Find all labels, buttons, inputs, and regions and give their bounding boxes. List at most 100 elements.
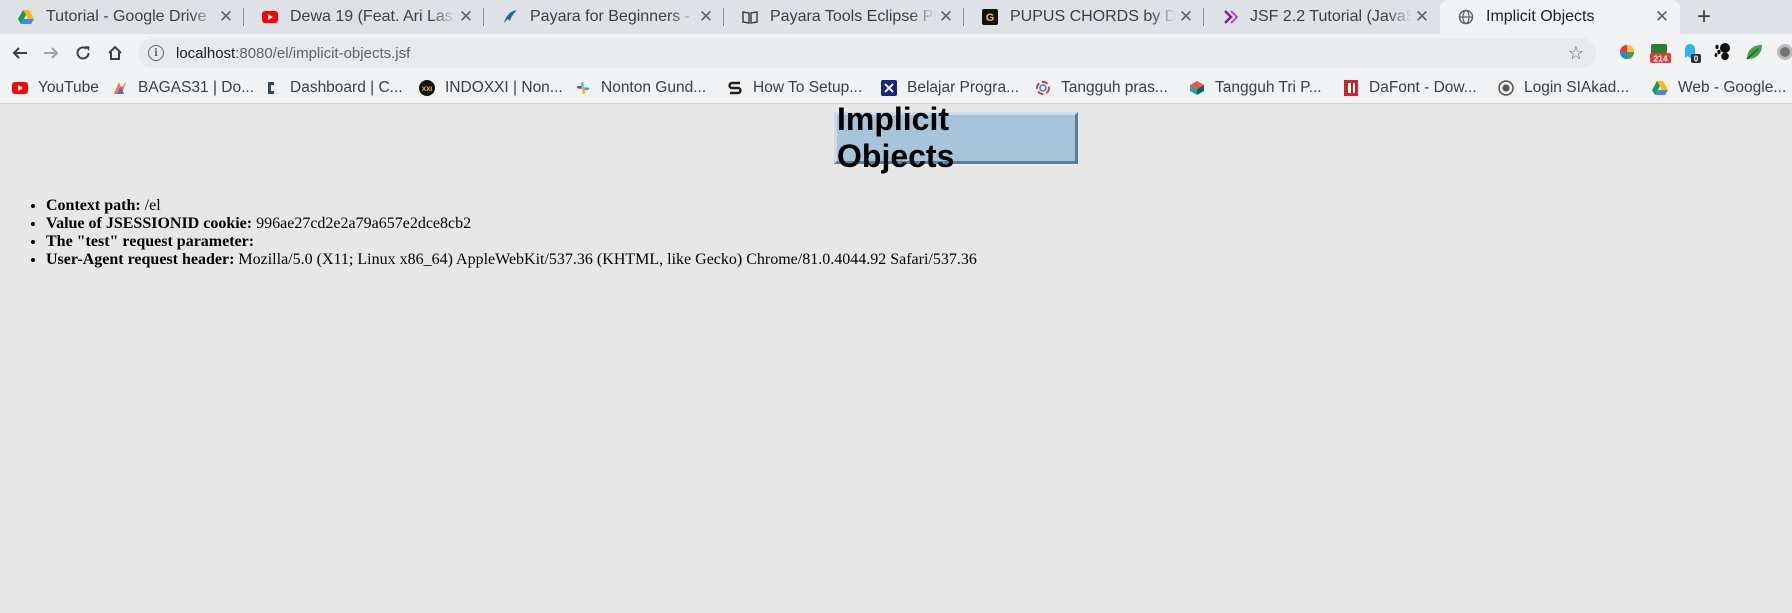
home-icon: [108, 45, 122, 60]
bookmark-label: INDOXXI | Non...: [445, 78, 563, 96]
tab-google-drive[interactable]: Tutorial - Google Drive ✕: [0, 0, 244, 34]
tab-strip: Tutorial - Google Drive ✕ Dewa 19 (Feat.…: [0, 0, 1792, 34]
svg-text:214: 214: [1653, 54, 1667, 64]
url-text[interactable]: localhost:8080/el/implicit-objects.jsf: [176, 45, 410, 62]
globe-icon: [1458, 9, 1474, 25]
bookmarks-bar: YouTube BAGAS31 | Do... . Dashboard | C.…: [0, 72, 1792, 104]
list-item-jsessionid: Value of JSESSIONID cookie: 996ae27cd2e2…: [46, 215, 977, 233]
svg-text:XXI: XXI: [422, 86, 433, 93]
home-button[interactable]: [102, 40, 128, 66]
reload-button[interactable]: [70, 40, 96, 66]
tab-implicit-objects[interactable]: Implicit Objects ✕: [1440, 0, 1680, 34]
site-info-icon[interactable]: i: [148, 45, 164, 61]
close-tab-icon[interactable]: ✕: [1176, 7, 1196, 27]
close-tab-icon[interactable]: ✕: [936, 7, 956, 27]
bookmark-dashboard[interactable]: . Dashboard | C...: [264, 72, 403, 103]
bookmark-nonton-gundam[interactable]: Nonton Gund...: [575, 72, 706, 103]
bookmark-label: Tangguh pras...: [1061, 78, 1168, 96]
gnome-extension-icon[interactable]: [1712, 42, 1732, 62]
setup-icon: [727, 80, 743, 96]
bookmark-label: YouTube: [38, 78, 99, 96]
bookmark-dafont[interactable]: DaFont - Dow...: [1343, 72, 1477, 103]
cube-icon: [1189, 80, 1205, 96]
back-button[interactable]: [7, 40, 33, 66]
bookmark-web-google-drive[interactable]: Web - Google...: [1652, 72, 1786, 103]
bookmark-tangguh-pras[interactable]: Tangguh pras...: [1035, 72, 1168, 103]
bookmark-tangguh-tri[interactable]: Tangguh Tri P...: [1189, 72, 1322, 103]
address-bar[interactable]: i localhost:8080/el/implicit-objects.jsf…: [138, 38, 1596, 68]
bookmark-label: BAGAS31 | Do...: [138, 78, 255, 96]
tab-pupus-chords[interactable]: G PUPUS CHORDS by Dewa ✕: [964, 0, 1204, 34]
item-label: Context path:: [46, 197, 141, 214]
bookmark-label: Web - Google...: [1678, 78, 1787, 96]
bookmark-youtube[interactable]: YouTube: [12, 72, 99, 103]
tab-title: Dewa 19 (Feat. Ari Lasso) - Kangen: [290, 8, 456, 25]
tab-payara-beginners[interactable]: Payara for Beginners - Ad ✕: [484, 0, 724, 34]
tab-title: Payara for Beginners - Ad: [530, 8, 696, 25]
url-host: localhost: [176, 44, 236, 62]
implicit-objects-list: Context path: /el Value of JSESSIONID co…: [0, 197, 977, 269]
tab-dewa-19[interactable]: Dewa 19 (Feat. Ari Lasso) - Kangen ✕: [244, 0, 484, 34]
bookmark-label: DaFont - Dow...: [1369, 78, 1477, 96]
leaf-extension-icon[interactable]: [1744, 42, 1764, 62]
color-wheel-extension-icon[interactable]: [1617, 42, 1637, 62]
item-label: The "test" request parameter:: [46, 233, 255, 250]
bookmark-login-siakad[interactable]: Login SIAkad...: [1498, 72, 1629, 103]
bookmark-label: Tangguh Tri P...: [1215, 78, 1322, 96]
circle-logo-icon: [1035, 80, 1051, 96]
tab-title: Tutorial - Google Drive: [46, 8, 207, 25]
list-item-test-param: The "test" request parameter:: [46, 233, 977, 251]
bagas31-icon: [112, 80, 128, 96]
belajar-icon: [881, 79, 897, 96]
tab-title: JSF 2.2 Tutorial (JavaServ: [1250, 8, 1412, 25]
tab-title: Payara Tools Eclipse Plugi: [770, 8, 936, 25]
bookmark-bagas31[interactable]: BAGAS31 | Do...: [112, 72, 254, 103]
new-tab-button[interactable]: +: [1690, 4, 1718, 30]
list-item-user-agent: User-Agent request header: Mozilla/5.0 (…: [46, 251, 977, 269]
chords-icon: G: [982, 9, 998, 25]
svg-text:G: G: [986, 12, 995, 24]
url-path: :8080/el/implicit-objects.jsf: [235, 44, 411, 62]
tab-payara-tools[interactable]: Payara Tools Eclipse Plugi ✕: [724, 0, 964, 34]
bookmark-label: Belajar Progra...: [907, 78, 1019, 96]
back-arrow-icon: [12, 47, 27, 59]
book-icon: [742, 9, 758, 25]
item-label: User-Agent request header:: [46, 251, 235, 268]
item-value: 996ae27cd2e2a79a657e2dce8cb2: [252, 215, 472, 232]
dashboard-icon: .: [264, 80, 280, 96]
bookmark-label: Dashboard | C...: [290, 78, 403, 96]
tab-title: Implicit Objects: [1486, 8, 1595, 25]
item-label: Value of JSESSIONID cookie:: [46, 215, 253, 232]
youtube-icon: [262, 9, 278, 25]
item-value: Mozilla/5.0 (X11; Linux x86_64) AppleWeb…: [234, 251, 977, 268]
forward-arrow-icon: [44, 47, 59, 59]
close-tab-icon[interactable]: ✕: [216, 7, 236, 27]
jsf-icon: [1222, 9, 1238, 25]
close-tab-icon[interactable]: ✕: [1652, 7, 1672, 27]
youtube-icon: [12, 80, 28, 96]
bookmark-label: Login SIAkad...: [1524, 78, 1630, 96]
svg-text:0: 0: [1694, 55, 1699, 64]
close-tab-icon[interactable]: ✕: [696, 7, 716, 27]
payara-fish-icon: [502, 9, 518, 25]
bookmark-star-icon[interactable]: ☆: [1568, 43, 1584, 64]
profile-icon[interactable]: [1775, 42, 1792, 62]
bookmark-indoxxi[interactable]: XXI INDOXXI | Non...: [419, 72, 563, 103]
page-title: Implicit Objects: [834, 101, 1078, 174]
tab-jsf-tutorial[interactable]: JSF 2.2 Tutorial (JavaServ ✕: [1204, 0, 1440, 34]
bookmark-label: Nonton Gund...: [601, 78, 707, 96]
google-drive-icon: [18, 9, 34, 25]
bookmark-belajar-programming[interactable]: Belajar Progra...: [881, 72, 1019, 103]
bookmark-how-to-setup[interactable]: How To Setup...: [727, 72, 862, 103]
close-tab-icon[interactable]: ✕: [456, 7, 476, 27]
forward-button[interactable]: [38, 40, 64, 66]
ghost-extension-icon[interactable]: 0: [1681, 42, 1701, 64]
google-drive-icon: [1652, 80, 1668, 96]
page-content: Implicit Objects Context path: /el Value…: [0, 101, 1792, 613]
tab-title: PUPUS CHORDS by Dewa: [1010, 8, 1176, 25]
close-tab-icon[interactable]: ✕: [1412, 7, 1432, 27]
university-seal-icon: [1498, 79, 1514, 96]
browser-toolbar: i localhost:8080/el/implicit-objects.jsf…: [0, 34, 1792, 72]
calendar-extension-icon[interactable]: 214: [1649, 42, 1671, 64]
indoxxi-icon: XXI: [419, 79, 435, 96]
